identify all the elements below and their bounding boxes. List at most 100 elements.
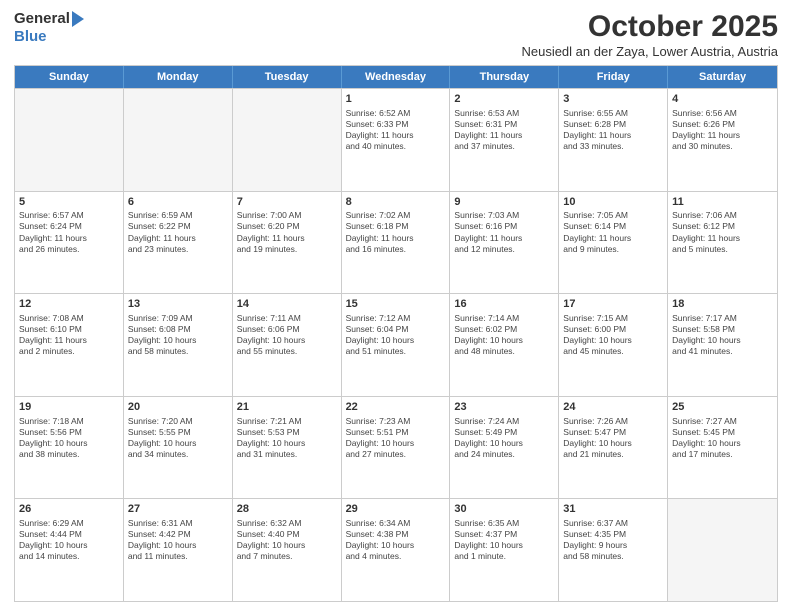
day-number: 25 bbox=[672, 400, 773, 415]
day-info: Sunrise: 7:08 AM Sunset: 6:10 PM Dayligh… bbox=[19, 313, 119, 357]
cal-week-2: 5Sunrise: 6:57 AM Sunset: 6:24 PM Daylig… bbox=[15, 191, 777, 294]
weekday-header-saturday: Saturday bbox=[668, 66, 777, 88]
day-info: Sunrise: 6:29 AM Sunset: 4:44 PM Dayligh… bbox=[19, 518, 119, 562]
weekday-header-monday: Monday bbox=[124, 66, 233, 88]
day-info: Sunrise: 6:57 AM Sunset: 6:24 PM Dayligh… bbox=[19, 210, 119, 254]
day-number: 23 bbox=[454, 400, 554, 415]
weekday-header-friday: Friday bbox=[559, 66, 668, 88]
day-number: 6 bbox=[128, 195, 228, 210]
header: General Blue October 2025 Neusiedl an de… bbox=[14, 10, 778, 59]
cal-cell: 23Sunrise: 7:24 AM Sunset: 5:49 PM Dayli… bbox=[450, 397, 559, 499]
cal-cell: 4Sunrise: 6:56 AM Sunset: 6:26 PM Daylig… bbox=[668, 89, 777, 191]
day-number: 22 bbox=[346, 400, 446, 415]
day-info: Sunrise: 7:24 AM Sunset: 5:49 PM Dayligh… bbox=[454, 416, 554, 460]
day-info: Sunrise: 6:34 AM Sunset: 4:38 PM Dayligh… bbox=[346, 518, 446, 562]
cal-cell: 2Sunrise: 6:53 AM Sunset: 6:31 PM Daylig… bbox=[450, 89, 559, 191]
day-info: Sunrise: 6:35 AM Sunset: 4:37 PM Dayligh… bbox=[454, 518, 554, 562]
day-info: Sunrise: 6:53 AM Sunset: 6:31 PM Dayligh… bbox=[454, 108, 554, 152]
day-info: Sunrise: 7:00 AM Sunset: 6:20 PM Dayligh… bbox=[237, 210, 337, 254]
cal-week-3: 12Sunrise: 7:08 AM Sunset: 6:10 PM Dayli… bbox=[15, 293, 777, 396]
logo-icon bbox=[72, 11, 84, 27]
cal-cell bbox=[124, 89, 233, 191]
day-number: 7 bbox=[237, 195, 337, 210]
day-number: 1 bbox=[346, 92, 446, 107]
day-info: Sunrise: 6:37 AM Sunset: 4:35 PM Dayligh… bbox=[563, 518, 663, 562]
cal-cell: 17Sunrise: 7:15 AM Sunset: 6:00 PM Dayli… bbox=[559, 294, 668, 396]
logo-text: General bbox=[14, 10, 84, 28]
day-info: Sunrise: 7:03 AM Sunset: 6:16 PM Dayligh… bbox=[454, 210, 554, 254]
day-info: Sunrise: 7:05 AM Sunset: 6:14 PM Dayligh… bbox=[563, 210, 663, 254]
day-number: 16 bbox=[454, 297, 554, 312]
day-info: Sunrise: 7:27 AM Sunset: 5:45 PM Dayligh… bbox=[672, 416, 773, 460]
day-info: Sunrise: 7:12 AM Sunset: 6:04 PM Dayligh… bbox=[346, 313, 446, 357]
cal-cell bbox=[15, 89, 124, 191]
day-number: 10 bbox=[563, 195, 663, 210]
day-number: 4 bbox=[672, 92, 773, 107]
day-info: Sunrise: 6:55 AM Sunset: 6:28 PM Dayligh… bbox=[563, 108, 663, 152]
cal-week-5: 26Sunrise: 6:29 AM Sunset: 4:44 PM Dayli… bbox=[15, 498, 777, 601]
cal-cell: 6Sunrise: 6:59 AM Sunset: 6:22 PM Daylig… bbox=[124, 192, 233, 294]
cal-cell: 26Sunrise: 6:29 AM Sunset: 4:44 PM Dayli… bbox=[15, 499, 124, 601]
weekday-header-tuesday: Tuesday bbox=[233, 66, 342, 88]
title-area: October 2025 Neusiedl an der Zaya, Lower… bbox=[521, 10, 778, 59]
logo-general: General bbox=[14, 10, 70, 27]
day-number: 17 bbox=[563, 297, 663, 312]
day-info: Sunrise: 7:15 AM Sunset: 6:00 PM Dayligh… bbox=[563, 313, 663, 357]
day-number: 18 bbox=[672, 297, 773, 312]
day-info: Sunrise: 7:14 AM Sunset: 6:02 PM Dayligh… bbox=[454, 313, 554, 357]
day-info: Sunrise: 7:21 AM Sunset: 5:53 PM Dayligh… bbox=[237, 416, 337, 460]
cal-cell: 10Sunrise: 7:05 AM Sunset: 6:14 PM Dayli… bbox=[559, 192, 668, 294]
day-info: Sunrise: 7:11 AM Sunset: 6:06 PM Dayligh… bbox=[237, 313, 337, 357]
day-info: Sunrise: 7:20 AM Sunset: 5:55 PM Dayligh… bbox=[128, 416, 228, 460]
day-info: Sunrise: 6:59 AM Sunset: 6:22 PM Dayligh… bbox=[128, 210, 228, 254]
subtitle: Neusiedl an der Zaya, Lower Austria, Aus… bbox=[521, 44, 778, 59]
day-number: 24 bbox=[563, 400, 663, 415]
cal-cell: 29Sunrise: 6:34 AM Sunset: 4:38 PM Dayli… bbox=[342, 499, 451, 601]
weekday-header-thursday: Thursday bbox=[450, 66, 559, 88]
day-number: 28 bbox=[237, 502, 337, 517]
calendar-header: SundayMondayTuesdayWednesdayThursdayFrid… bbox=[15, 66, 777, 88]
day-number: 14 bbox=[237, 297, 337, 312]
cal-cell: 21Sunrise: 7:21 AM Sunset: 5:53 PM Dayli… bbox=[233, 397, 342, 499]
cal-cell: 7Sunrise: 7:00 AM Sunset: 6:20 PM Daylig… bbox=[233, 192, 342, 294]
day-number: 15 bbox=[346, 297, 446, 312]
cal-cell: 28Sunrise: 6:32 AM Sunset: 4:40 PM Dayli… bbox=[233, 499, 342, 601]
cal-cell: 15Sunrise: 7:12 AM Sunset: 6:04 PM Dayli… bbox=[342, 294, 451, 396]
cal-cell bbox=[233, 89, 342, 191]
day-number: 5 bbox=[19, 195, 119, 210]
logo-blue-line: Blue bbox=[14, 28, 47, 46]
day-info: Sunrise: 6:31 AM Sunset: 4:42 PM Dayligh… bbox=[128, 518, 228, 562]
day-info: Sunrise: 7:02 AM Sunset: 6:18 PM Dayligh… bbox=[346, 210, 446, 254]
day-number: 26 bbox=[19, 502, 119, 517]
cal-cell: 5Sunrise: 6:57 AM Sunset: 6:24 PM Daylig… bbox=[15, 192, 124, 294]
day-number: 19 bbox=[19, 400, 119, 415]
day-info: Sunrise: 7:23 AM Sunset: 5:51 PM Dayligh… bbox=[346, 416, 446, 460]
day-info: Sunrise: 7:06 AM Sunset: 6:12 PM Dayligh… bbox=[672, 210, 773, 254]
calendar-body: 1Sunrise: 6:52 AM Sunset: 6:33 PM Daylig… bbox=[15, 88, 777, 601]
day-info: Sunrise: 6:56 AM Sunset: 6:26 PM Dayligh… bbox=[672, 108, 773, 152]
cal-cell: 30Sunrise: 6:35 AM Sunset: 4:37 PM Dayli… bbox=[450, 499, 559, 601]
cal-cell: 13Sunrise: 7:09 AM Sunset: 6:08 PM Dayli… bbox=[124, 294, 233, 396]
weekday-header-wednesday: Wednesday bbox=[342, 66, 451, 88]
day-number: 3 bbox=[563, 92, 663, 107]
logo-blue: Blue bbox=[14, 28, 47, 45]
day-number: 27 bbox=[128, 502, 228, 517]
cal-cell: 11Sunrise: 7:06 AM Sunset: 6:12 PM Dayli… bbox=[668, 192, 777, 294]
cal-cell: 22Sunrise: 7:23 AM Sunset: 5:51 PM Dayli… bbox=[342, 397, 451, 499]
day-info: Sunrise: 7:17 AM Sunset: 5:58 PM Dayligh… bbox=[672, 313, 773, 357]
day-number: 11 bbox=[672, 195, 773, 210]
cal-cell: 9Sunrise: 7:03 AM Sunset: 6:16 PM Daylig… bbox=[450, 192, 559, 294]
cal-cell: 25Sunrise: 7:27 AM Sunset: 5:45 PM Dayli… bbox=[668, 397, 777, 499]
cal-week-1: 1Sunrise: 6:52 AM Sunset: 6:33 PM Daylig… bbox=[15, 88, 777, 191]
cal-cell bbox=[668, 499, 777, 601]
cal-cell: 16Sunrise: 7:14 AM Sunset: 6:02 PM Dayli… bbox=[450, 294, 559, 396]
day-number: 21 bbox=[237, 400, 337, 415]
cal-cell: 18Sunrise: 7:17 AM Sunset: 5:58 PM Dayli… bbox=[668, 294, 777, 396]
day-info: Sunrise: 6:32 AM Sunset: 4:40 PM Dayligh… bbox=[237, 518, 337, 562]
day-info: Sunrise: 6:52 AM Sunset: 6:33 PM Dayligh… bbox=[346, 108, 446, 152]
cal-cell: 8Sunrise: 7:02 AM Sunset: 6:18 PM Daylig… bbox=[342, 192, 451, 294]
day-number: 9 bbox=[454, 195, 554, 210]
page: General Blue October 2025 Neusiedl an de… bbox=[0, 0, 792, 612]
day-info: Sunrise: 7:26 AM Sunset: 5:47 PM Dayligh… bbox=[563, 416, 663, 460]
cal-cell: 20Sunrise: 7:20 AM Sunset: 5:55 PM Dayli… bbox=[124, 397, 233, 499]
